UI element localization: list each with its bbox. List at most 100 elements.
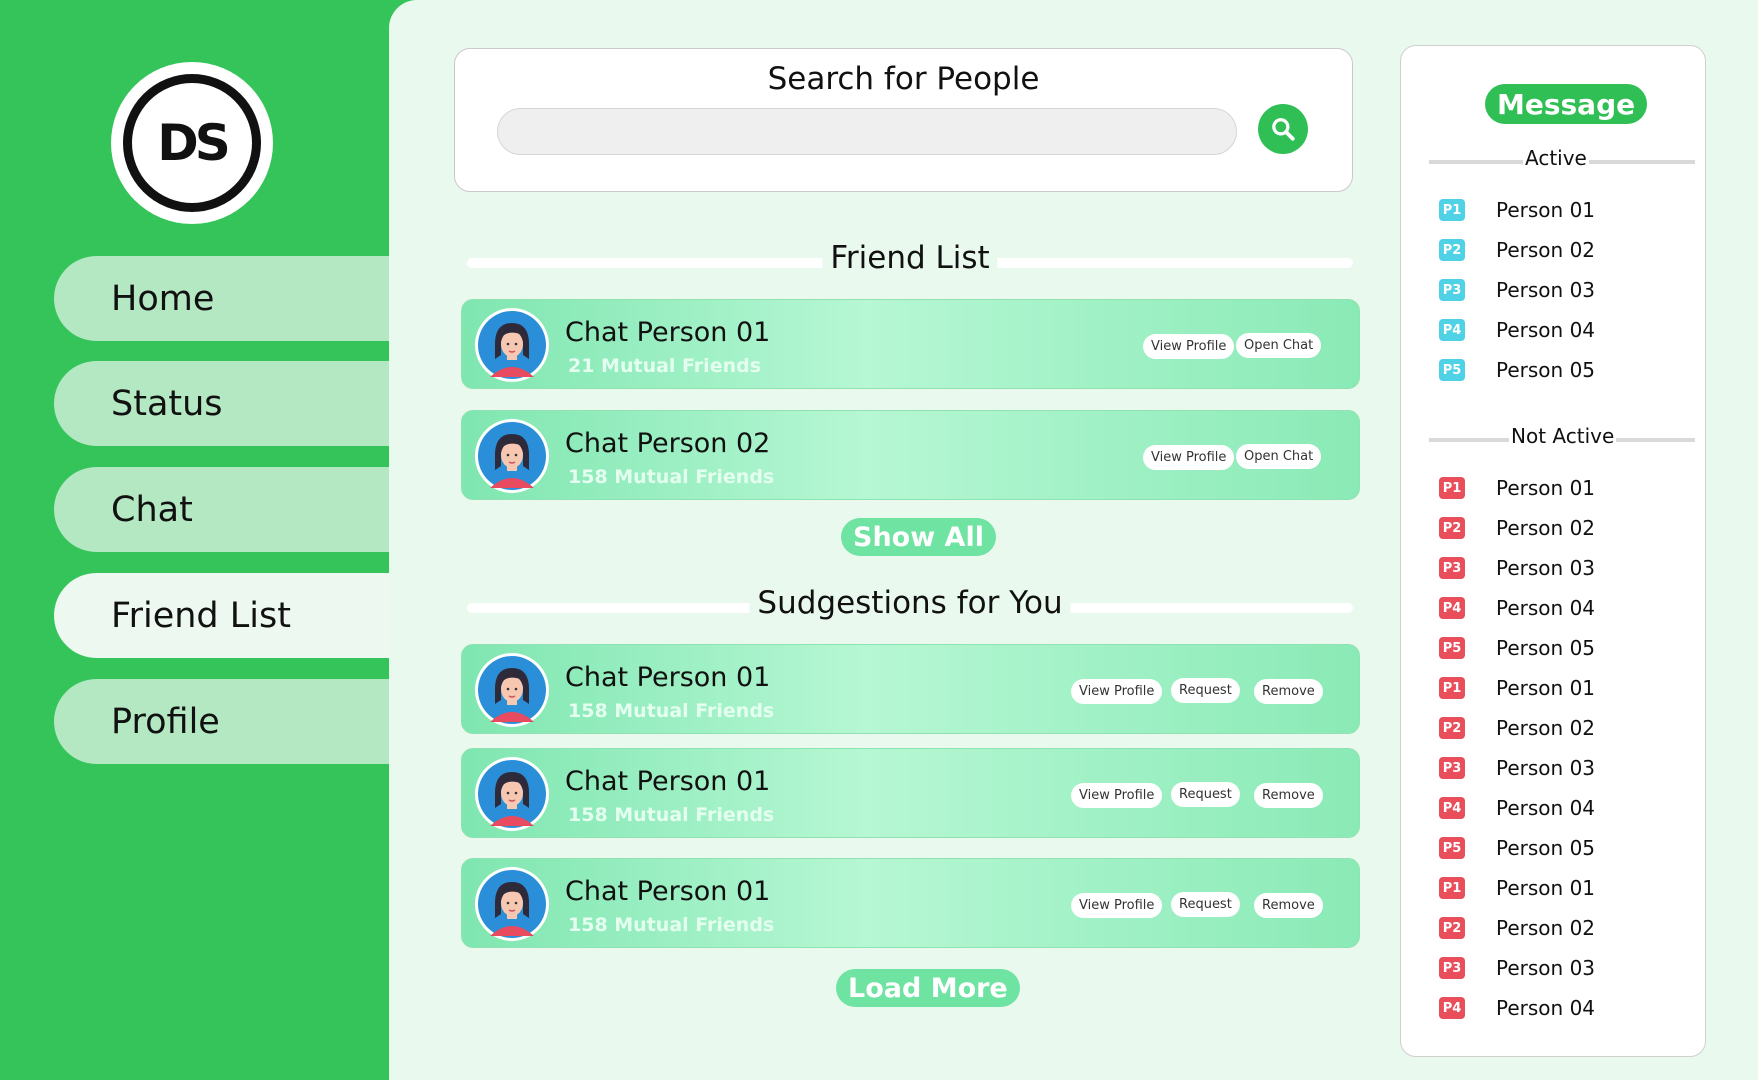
contact-item[interactable]: P4 Person 04 bbox=[1439, 317, 1595, 343]
avatar bbox=[475, 419, 549, 493]
contact-item[interactable]: P3 Person 03 bbox=[1439, 955, 1595, 981]
contact-name: Person 02 bbox=[1496, 516, 1596, 540]
contact-item[interactable]: P4 Person 04 bbox=[1439, 795, 1595, 821]
contact-item[interactable]: P3 Person 03 bbox=[1439, 755, 1595, 781]
contact-badge: P4 bbox=[1439, 997, 1465, 1019]
suggestion-name: Chat Person 01 bbox=[565, 876, 771, 907]
contact-badge: P2 bbox=[1439, 917, 1465, 939]
request-button[interactable]: Request bbox=[1171, 678, 1240, 703]
search-button[interactable] bbox=[1258, 104, 1308, 154]
search-input[interactable] bbox=[497, 108, 1237, 155]
contact-name: Person 01 bbox=[1496, 476, 1596, 500]
view-profile-button[interactable]: View Profile bbox=[1071, 893, 1163, 918]
contact-name: Person 02 bbox=[1496, 238, 1596, 262]
avatar bbox=[475, 308, 549, 382]
contact-item[interactable]: P4 Person 04 bbox=[1439, 595, 1595, 621]
contact-item[interactable]: P2 Person 02 bbox=[1439, 715, 1595, 741]
user-avatar-icon bbox=[478, 311, 546, 379]
remove-button[interactable]: Remove bbox=[1254, 893, 1323, 918]
contact-item[interactable]: P3 Person 03 bbox=[1439, 277, 1595, 303]
search-card: Search for People bbox=[454, 48, 1353, 192]
load-more-button[interactable]: Load More bbox=[836, 969, 1020, 1007]
mutual-friends: 158 Mutual Friends bbox=[568, 466, 775, 488]
contact-item[interactable]: P1 Person 01 bbox=[1439, 475, 1595, 501]
contact-item[interactable]: P5 Person 05 bbox=[1439, 635, 1595, 661]
message-title: Message bbox=[1485, 84, 1648, 124]
user-avatar-icon bbox=[478, 656, 546, 724]
active-section-header: Active bbox=[1429, 146, 1695, 176]
nav-item-friend-list[interactable]: Friend List bbox=[54, 573, 389, 658]
contact-name: Person 02 bbox=[1496, 916, 1596, 940]
contact-name: Person 02 bbox=[1496, 716, 1596, 740]
nav-item-profile[interactable]: Profile bbox=[54, 679, 389, 764]
contact-badge: P4 bbox=[1439, 319, 1465, 341]
contact-item[interactable]: P1 Person 01 bbox=[1439, 197, 1595, 223]
contact-item[interactable]: P1 Person 01 bbox=[1439, 875, 1595, 901]
contact-name: Person 03 bbox=[1496, 956, 1596, 980]
view-profile-button[interactable]: View Profile bbox=[1143, 445, 1235, 470]
open-chat-button[interactable]: Open Chat bbox=[1236, 444, 1322, 469]
suggestion-card: Chat Person 01 158 Mutual Friends View P… bbox=[461, 644, 1360, 734]
suggestion-name: Chat Person 01 bbox=[565, 766, 771, 797]
contact-badge: P3 bbox=[1439, 957, 1465, 979]
contact-item[interactable]: P1 Person 01 bbox=[1439, 675, 1595, 701]
remove-button[interactable]: Remove bbox=[1254, 679, 1323, 704]
sidebar: DS Home Status Chat Friend List Profile bbox=[0, 0, 389, 1080]
friend-name: Chat Person 01 bbox=[565, 317, 771, 348]
remove-button[interactable]: Remove bbox=[1254, 783, 1323, 808]
request-button[interactable]: Request bbox=[1171, 892, 1240, 917]
search-title: Search for People bbox=[767, 61, 1040, 97]
contact-item[interactable]: P5 Person 05 bbox=[1439, 357, 1595, 383]
view-profile-button[interactable]: View Profile bbox=[1143, 334, 1235, 359]
inactive-section-header: Not Active bbox=[1429, 424, 1695, 454]
nav-item-status[interactable]: Status bbox=[54, 361, 389, 446]
friend-name: Chat Person 02 bbox=[565, 428, 771, 459]
friend-list-header: Friend List bbox=[467, 240, 1353, 284]
nav-item-label: Friend List bbox=[111, 595, 291, 636]
contact-badge: P1 bbox=[1439, 877, 1465, 899]
contact-name: Person 03 bbox=[1496, 756, 1596, 780]
contact-item[interactable]: P2 Person 02 bbox=[1439, 237, 1595, 263]
open-chat-button[interactable]: Open Chat bbox=[1236, 333, 1322, 358]
contact-badge: P3 bbox=[1439, 557, 1465, 579]
user-avatar-icon bbox=[478, 870, 546, 938]
user-avatar-icon bbox=[478, 760, 546, 828]
suggestion-card: Chat Person 01 158 Mutual Friends View P… bbox=[461, 858, 1360, 948]
contact-name: Person 03 bbox=[1496, 278, 1596, 302]
friend-card: Chat Person 01 21 Mutual Friends View Pr… bbox=[461, 299, 1360, 389]
contact-item[interactable]: P5 Person 05 bbox=[1439, 835, 1595, 861]
view-profile-button[interactable]: View Profile bbox=[1071, 679, 1163, 704]
contact-badge: P4 bbox=[1439, 797, 1465, 819]
logo: DS bbox=[111, 62, 273, 224]
avatar bbox=[475, 653, 549, 727]
contact-badge: P5 bbox=[1439, 359, 1465, 381]
logo-mark: DS bbox=[123, 74, 261, 212]
contact-item[interactable]: P2 Person 02 bbox=[1439, 915, 1595, 941]
suggestions-title: Sudgestions for You bbox=[749, 585, 1071, 621]
mutual-friends: 21 Mutual Friends bbox=[568, 355, 762, 377]
view-profile-button[interactable]: View Profile bbox=[1071, 783, 1163, 808]
suggestion-name: Chat Person 01 bbox=[565, 662, 771, 693]
contact-badge: P1 bbox=[1439, 677, 1465, 699]
contact-badge: P2 bbox=[1439, 517, 1465, 539]
contact-item[interactable]: P3 Person 03 bbox=[1439, 555, 1595, 581]
nav-item-chat[interactable]: Chat bbox=[54, 467, 389, 552]
avatar bbox=[475, 867, 549, 941]
avatar bbox=[475, 757, 549, 831]
suggestions-header: Sudgestions for You bbox=[467, 585, 1353, 629]
active-label: Active bbox=[1523, 146, 1589, 170]
contact-badge: P3 bbox=[1439, 757, 1465, 779]
show-all-button[interactable]: Show All bbox=[841, 518, 996, 556]
friend-list-title: Friend List bbox=[822, 240, 998, 276]
search-icon bbox=[1272, 118, 1295, 141]
nav-item-home[interactable]: Home bbox=[54, 256, 389, 341]
mutual-friends: 158 Mutual Friends bbox=[568, 914, 775, 936]
contact-item[interactable]: P2 Person 02 bbox=[1439, 515, 1595, 541]
contact-item[interactable]: P4 Person 04 bbox=[1439, 995, 1595, 1021]
contact-badge: P5 bbox=[1439, 837, 1465, 859]
message-panel: Message Active P1 Person 01 P2 Person 02 P3 P… bbox=[1400, 45, 1706, 1057]
contact-badge: P3 bbox=[1439, 279, 1465, 301]
nav-item-label: Home bbox=[111, 278, 215, 319]
contact-name: Person 05 bbox=[1496, 636, 1596, 660]
request-button[interactable]: Request bbox=[1171, 782, 1240, 807]
